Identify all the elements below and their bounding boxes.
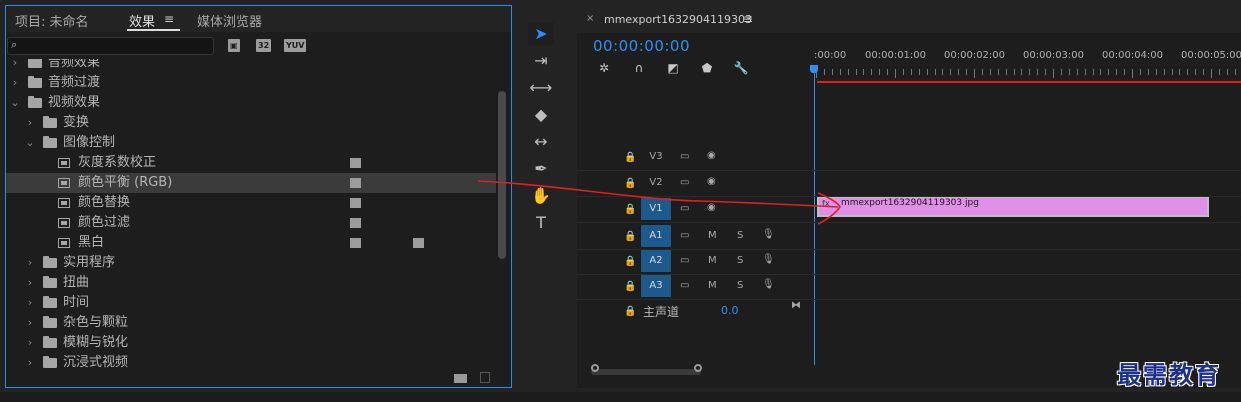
- status-bar: [0, 392, 1241, 402]
- annotation-arrow: [477, 180, 841, 225]
- watermark-logo: 最需教育: [1117, 360, 1221, 389]
